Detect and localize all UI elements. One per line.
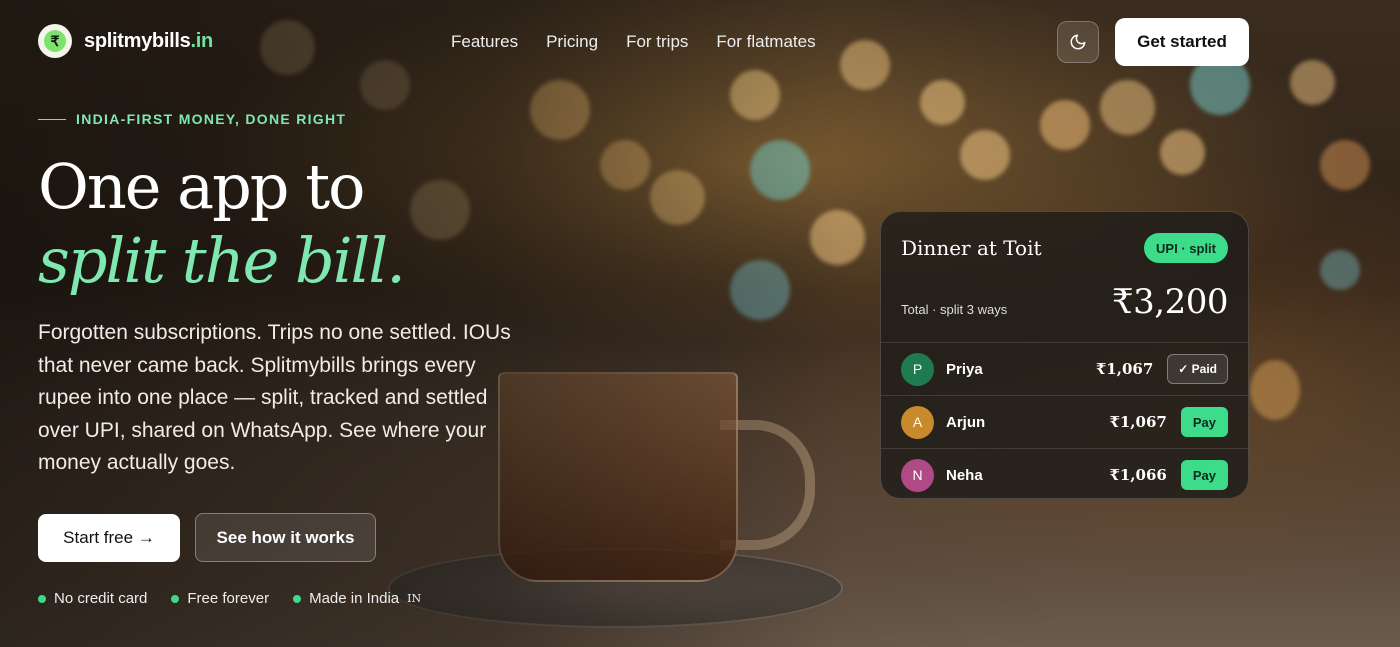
hero-title: One app to split the bill. bbox=[38, 150, 406, 298]
total-amount: ₹3,200 bbox=[1112, 282, 1228, 322]
get-started-button[interactable]: Get started bbox=[1115, 18, 1249, 66]
upi-split-badge: UPI · split bbox=[1144, 233, 1228, 263]
pay-button[interactable]: Pay bbox=[1180, 460, 1228, 490]
avatar: A bbox=[901, 405, 934, 439]
person-name: Arjun bbox=[946, 413, 986, 431]
paid-badge: ✓ Paid bbox=[1167, 354, 1228, 384]
nav-link-features[interactable]: Features bbox=[451, 32, 518, 52]
start-free-button[interactable]: Start free → bbox=[38, 514, 180, 562]
card-title: Dinner at Toit bbox=[901, 236, 1042, 260]
see-how-it-works-button[interactable]: See how it works bbox=[195, 513, 376, 562]
bill-split-card: Dinner at Toit UPI · split Total · split… bbox=[880, 211, 1249, 499]
avatar: N bbox=[901, 458, 934, 492]
share-amount: ₹1,067 bbox=[1095, 360, 1154, 378]
green-dot-icon bbox=[293, 594, 302, 603]
brand-name: splitmybills.in bbox=[84, 29, 213, 52]
split-rows: P Priya ₹1,067 ✓ Paid A Arjun ₹1,067 Pay… bbox=[881, 342, 1248, 498]
nav-link-pricing[interactable]: Pricing bbox=[546, 32, 598, 52]
total-label: Total · split 3 ways bbox=[901, 302, 1008, 317]
nav-link-for-trips[interactable]: For trips bbox=[626, 32, 688, 52]
split-row: P Priya ₹1,067 ✓ Paid bbox=[881, 342, 1248, 395]
logo-mark: ₹ bbox=[38, 24, 72, 58]
person-name: Neha bbox=[946, 466, 983, 484]
nav-links: Features Pricing For trips For flatmates bbox=[451, 32, 816, 52]
hero-eyebrow: INDIA-FIRST MONEY, DONE RIGHT bbox=[38, 111, 346, 127]
perk-item: Free forever bbox=[171, 590, 269, 607]
person-name: Priya bbox=[946, 360, 983, 378]
moon-icon bbox=[1070, 34, 1086, 50]
share-amount: ₹1,066 bbox=[1109, 466, 1167, 484]
brand-logo[interactable]: ₹ splitmybills.in bbox=[38, 24, 213, 58]
perks-list: No credit card Free forever Made in Indi… bbox=[38, 590, 421, 607]
avatar: P bbox=[901, 352, 934, 386]
green-dot-icon bbox=[38, 594, 46, 603]
hero-subtitle: Forgotten subscriptions. Trips no one se… bbox=[38, 321, 511, 474]
green-dot-icon bbox=[171, 594, 180, 603]
hero-title-line1: One app to bbox=[38, 150, 365, 223]
perk-item: Made in India IN bbox=[293, 590, 421, 607]
india-flag-label: IN bbox=[407, 592, 422, 605]
theme-toggle-button[interactable] bbox=[1057, 21, 1099, 63]
top-nav: ₹ splitmybills.in Features Pricing For t… bbox=[0, 0, 1400, 84]
pay-button[interactable]: Pay bbox=[1180, 407, 1228, 437]
eyebrow-text: INDIA-FIRST MONEY, DONE RIGHT bbox=[76, 111, 347, 127]
share-amount: ₹1,067 bbox=[1109, 413, 1167, 431]
rupee-icon: ₹ bbox=[44, 30, 66, 52]
split-row: A Arjun ₹1,067 Pay bbox=[881, 395, 1248, 448]
eyebrow-rule bbox=[38, 118, 66, 120]
perk-item: No credit card bbox=[38, 590, 147, 607]
nav-link-for-flatmates[interactable]: For flatmates bbox=[716, 32, 815, 52]
hero-title-line2: split the bill. bbox=[38, 224, 406, 297]
split-row: N Neha ₹1,066 Pay bbox=[881, 448, 1248, 498]
